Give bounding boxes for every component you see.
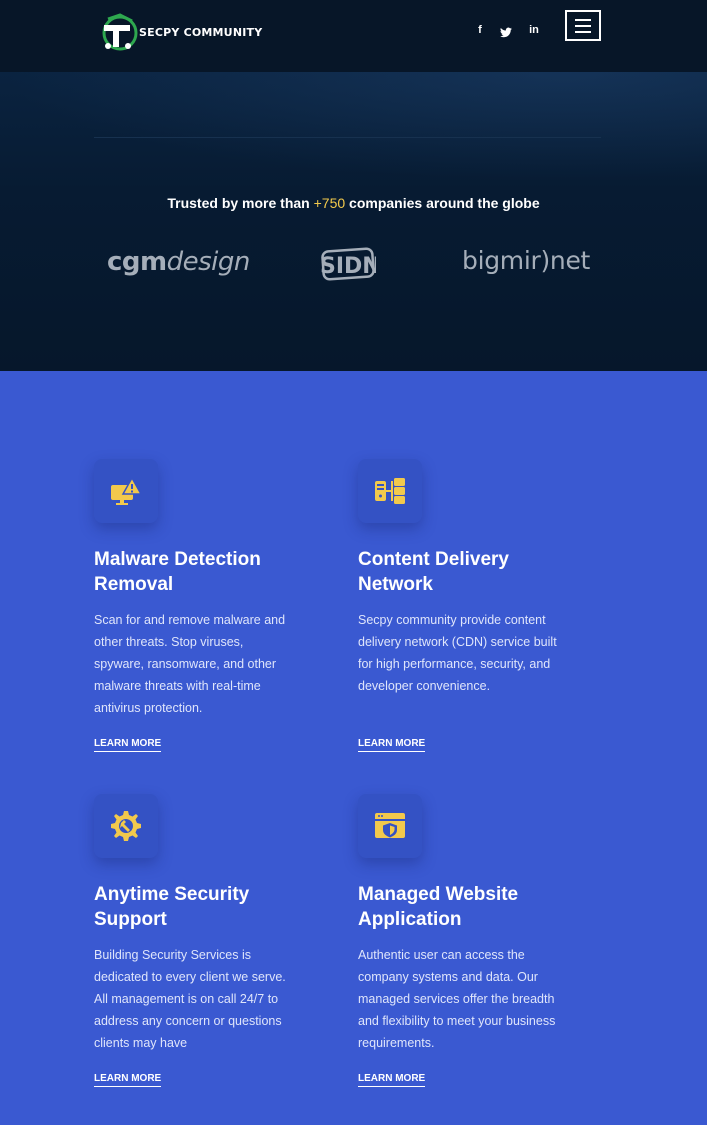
menu-button[interactable] (565, 10, 601, 41)
linkedin-icon[interactable]: in (526, 24, 542, 42)
service-title: Malware Detection Removal (94, 549, 261, 595)
learn-more-link[interactable]: LEARN MORE (358, 738, 426, 752)
partner-logo-sidn: SIDN (320, 247, 376, 281)
svg-text:SIDN: SIDN (320, 254, 376, 279)
learn-more-link[interactable]: LEARN MORE (94, 1073, 162, 1087)
gear-wrench-icon (111, 811, 141, 841)
trusted-count: +750 (313, 195, 346, 211)
secpy-logo-icon[interactable] (100, 12, 140, 54)
twitter-icon[interactable] (500, 27, 512, 38)
service-title: Content Delivery Network (358, 549, 509, 595)
service-icon-box (358, 459, 422, 523)
monitor-warning-icon (111, 476, 142, 505)
service-description: Authentic user can access the company sy… (358, 948, 556, 1050)
service-icon-box (94, 794, 158, 858)
partner-logo-cgmdesign: cgmdesign (107, 247, 250, 277)
service-icon-box (94, 459, 158, 523)
divider (94, 137, 601, 138)
server-network-icon (375, 478, 405, 504)
brand-name[interactable]: SECPY COMMUNITY (139, 26, 262, 39)
learn-more-link[interactable]: LEARN MORE (94, 738, 162, 752)
facebook-icon[interactable]: f (474, 24, 486, 42)
service-icon-box (358, 794, 422, 858)
service-title: Managed Website Application (358, 884, 519, 930)
browser-shield-icon (375, 813, 405, 838)
learn-more-link[interactable]: LEARN MORE (358, 1073, 426, 1087)
partner-logo-bigmir: bigmir)net (462, 246, 591, 275)
site-header: SECPY COMMUNITY f in (0, 0, 707, 72)
trusted-text: Trusted by more than +750 companies arou… (167, 195, 540, 211)
service-description: Building Security Services is dedicated … (94, 948, 286, 1050)
trusted-section: Trusted by more than +750 companies arou… (0, 72, 707, 371)
service-description: Scan for and remove malware and other th… (94, 613, 286, 715)
service-title: Anytime Security Support (94, 884, 250, 930)
service-description: Secpy community provide content delivery… (358, 613, 557, 693)
